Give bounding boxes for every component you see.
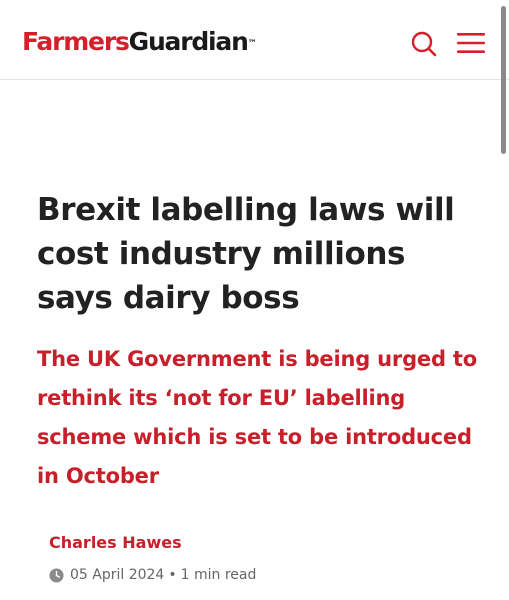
search-icon [411,31,437,57]
author-link[interactable]: Charles Hawes [49,532,182,554]
scrollbar-thumb[interactable] [501,6,506,154]
article-meta: 05 April 2024 • 1 min read [49,565,256,585]
site-header: FarmersGuardian™ [0,0,509,80]
read-time: 1 min read [180,567,257,583]
article-standfirst: The UK Government is being urged to reth… [37,347,477,488]
publish-date: 05 April 2024 [70,567,165,583]
hamburger-menu-icon [457,33,485,53]
clock-icon [49,567,64,583]
search-button[interactable] [410,30,438,58]
logo-farmers-text: Farmers [22,27,130,56]
menu-button[interactable] [456,31,486,55]
site-logo[interactable]: FarmersGuardian™ [22,27,257,57]
article-headline: Brexit labelling laws will cost industry… [37,192,455,316]
logo-guardian-text: Guardian [128,27,249,56]
meta-separator: • [168,567,177,583]
logo-trademark: ™ [247,39,257,49]
page-scrollbar[interactable] [499,0,509,600]
